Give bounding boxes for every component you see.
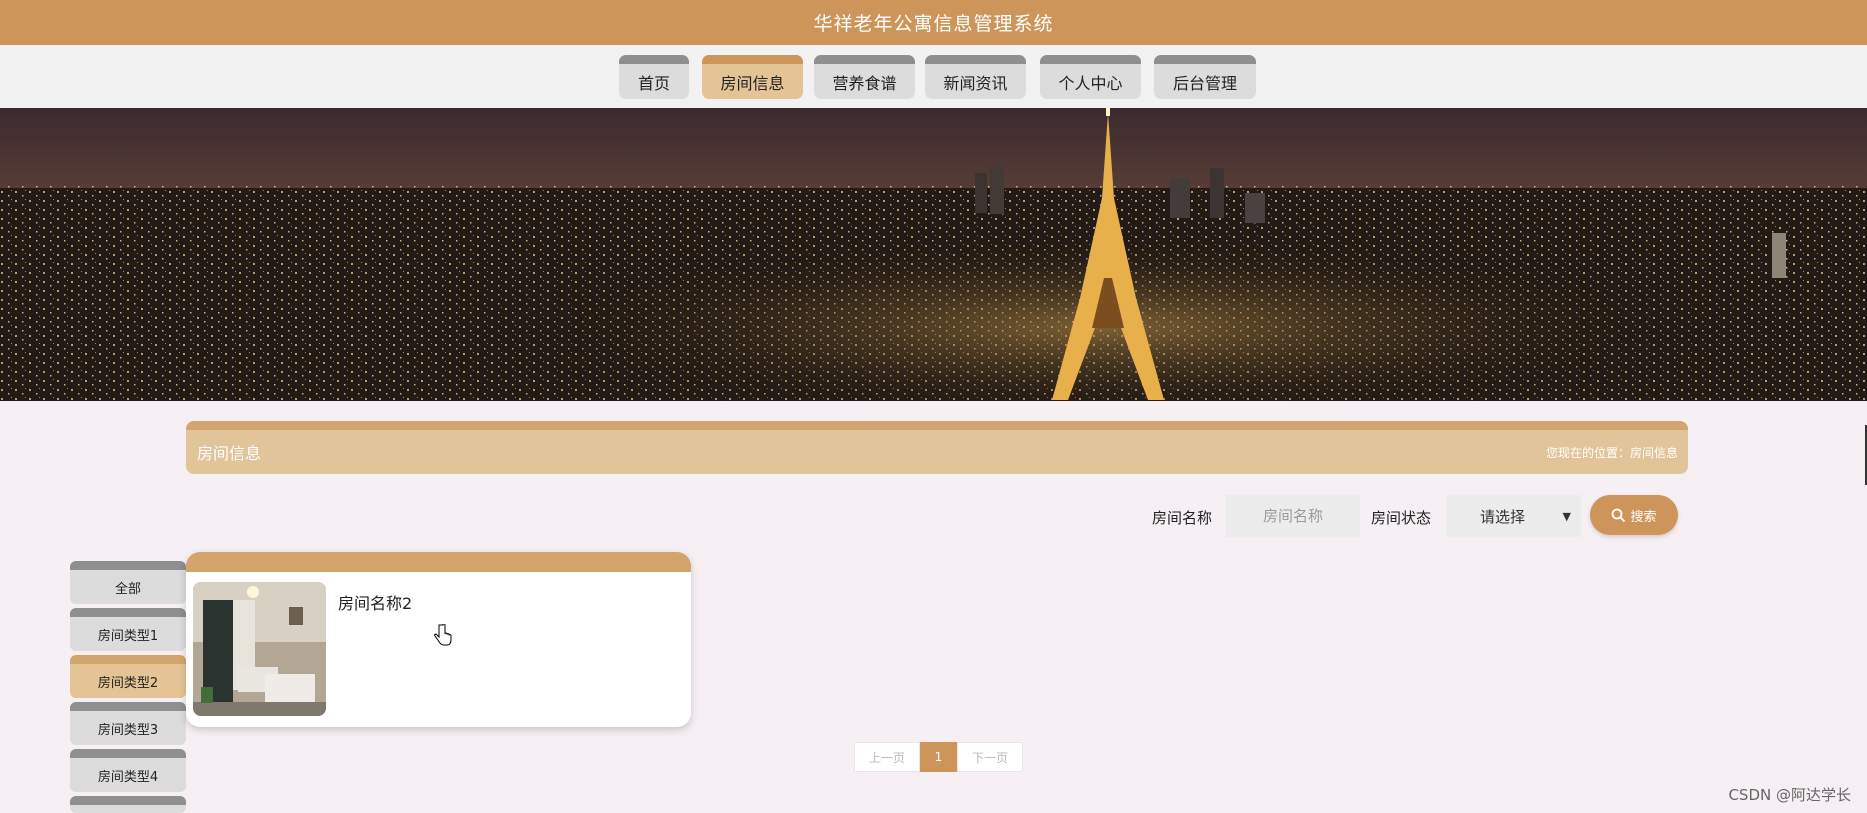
category-room-type-2[interactable]: 房间类型2 — [70, 655, 186, 698]
category-more[interactable] — [70, 796, 186, 813]
search-button[interactable]: 搜索 — [1590, 495, 1678, 535]
site-title: 华祥老年公寓信息管理系统 — [813, 13, 1054, 35]
room-name-input[interactable] — [1226, 495, 1360, 537]
category-room-type-4[interactable]: 房间类型4 — [70, 749, 186, 792]
room-status-label: 房间状态 — [1371, 509, 1432, 527]
chevron-down-icon: ▼ — [1562, 509, 1571, 523]
breadcrumb-bar: 房间信息 您现在的位置：房间信息 — [186, 421, 1688, 474]
category-all[interactable]: 全部 — [70, 561, 186, 604]
city-night-illustration — [0, 108, 1867, 401]
prev-page-button[interactable]: 上一页 — [854, 742, 920, 772]
room-photo — [193, 582, 326, 716]
main-nav: 首页 房间信息 营养食谱 新闻资讯 个人中心 后台管理 — [0, 45, 1867, 108]
nav-room-info[interactable]: 房间信息 — [702, 55, 803, 99]
room-status-value: 请选择 — [1480, 507, 1526, 526]
category-room-type-1[interactable]: 房间类型1 — [70, 608, 186, 651]
room-name-label: 房间名称 — [1152, 509, 1213, 527]
section-title: 房间信息 — [197, 444, 262, 463]
nav-home[interactable]: 首页 — [619, 55, 689, 99]
hand-cursor-icon — [434, 624, 452, 646]
header-bar: 华祥老年公寓信息管理系统 — [0, 0, 1867, 45]
category-room-type-3[interactable]: 房间类型3 — [70, 702, 186, 745]
page-1-button[interactable]: 1 — [920, 742, 957, 772]
banner-image — [0, 108, 1867, 401]
nav-admin[interactable]: 后台管理 — [1154, 55, 1256, 99]
next-page-button[interactable]: 下一页 — [957, 742, 1023, 772]
breadcrumb: 您现在的位置：房间信息 — [1545, 446, 1678, 460]
search-button-label: 搜索 — [1630, 509, 1657, 525]
nav-personal-center[interactable]: 个人中心 — [1040, 55, 1141, 99]
nav-nutrition-menu[interactable]: 营养食谱 — [814, 55, 915, 99]
watermark: CSDN @阿达学长 — [1728, 786, 1851, 804]
room-status-select[interactable]: 请选择 ▼ — [1446, 495, 1581, 537]
search-icon — [1612, 508, 1626, 522]
nav-news[interactable]: 新闻资讯 — [925, 55, 1026, 99]
room-thumbnail[interactable] — [193, 582, 326, 716]
pagination: 上一页 1 下一页 — [854, 742, 1023, 772]
room-name[interactable]: 房间名称2 — [338, 590, 412, 614]
